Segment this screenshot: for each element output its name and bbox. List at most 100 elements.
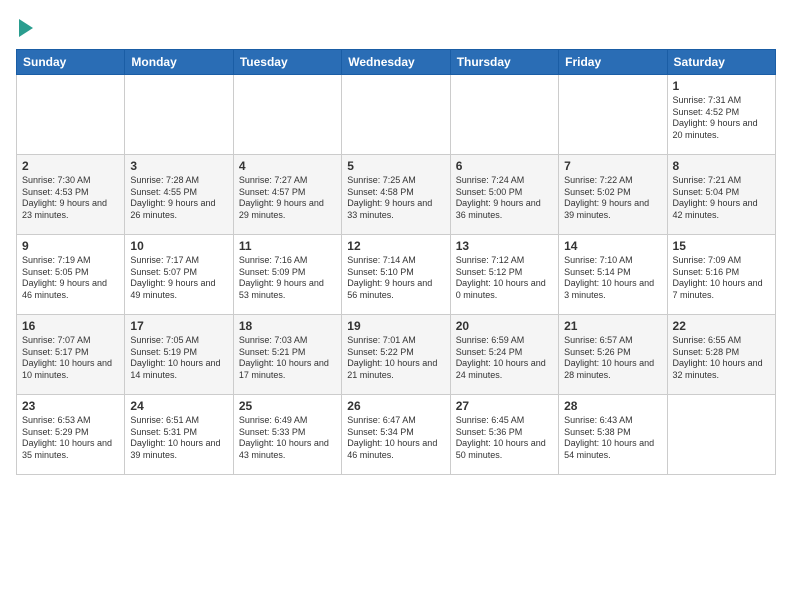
calendar-week-row: 2 Sunrise: 7:30 AM Sunset: 4:53 PM Daylig…	[17, 155, 776, 235]
day-number: 14	[564, 239, 661, 253]
day-number: 12	[347, 239, 444, 253]
calendar-cell: 25 Sunrise: 6:49 AM Sunset: 5:33 PM Dayli…	[233, 395, 341, 475]
day-info: Sunrise: 7:21 AM Sunset: 5:04 PM Dayligh…	[673, 175, 770, 222]
calendar-cell: 17Sunrise: 7:05 AM Sunset: 5:19 PM Dayli…	[125, 315, 233, 395]
day-number: 23	[22, 399, 119, 413]
calendar-cell	[559, 75, 667, 155]
day-header-monday: Monday	[125, 50, 233, 75]
day-info: Sunrise: 7:01 AM Sunset: 5:22 PM Dayligh…	[347, 335, 444, 382]
day-header-thursday: Thursday	[450, 50, 558, 75]
day-number: 7	[564, 159, 661, 173]
calendar-cell: 12 Sunrise: 7:14 AM Sunset: 5:10 PM Dayli…	[342, 235, 450, 315]
day-header-sunday: Sunday	[17, 50, 125, 75]
day-number: 1	[673, 79, 770, 93]
day-number: 20	[456, 319, 553, 333]
day-info: Sunrise: 7:24 AM Sunset: 5:00 PM Dayligh…	[456, 175, 553, 222]
calendar-cell: 4 Sunrise: 7:27 AM Sunset: 4:57 PM Daylig…	[233, 155, 341, 235]
day-info: Sunrise: 7:17 AM Sunset: 5:07 PM Dayligh…	[130, 255, 227, 302]
calendar-cell: 1 Sunrise: 7:31 AM Sunset: 4:52 PM Daylig…	[667, 75, 775, 155]
day-info: Sunrise: 7:28 AM Sunset: 4:55 PM Dayligh…	[130, 175, 227, 222]
calendar-cell: 26 Sunrise: 6:47 AM Sunset: 5:34 PM Dayli…	[342, 395, 450, 475]
day-number: 3	[130, 159, 227, 173]
calendar-week-row: 1 Sunrise: 7:31 AM Sunset: 4:52 PM Daylig…	[17, 75, 776, 155]
day-info: Sunrise: 7:14 AM Sunset: 5:10 PM Dayligh…	[347, 255, 444, 302]
calendar-cell	[450, 75, 558, 155]
day-header-saturday: Saturday	[667, 50, 775, 75]
calendar-cell	[17, 75, 125, 155]
day-info: Sunrise: 6:51 AM Sunset: 5:31 PM Dayligh…	[130, 415, 227, 462]
day-info: Sunrise: 6:57 AM Sunset: 5:26 PM Dayligh…	[564, 335, 661, 382]
calendar-cell: 13 Sunrise: 7:12 AM Sunset: 5:12 PM Dayli…	[450, 235, 558, 315]
calendar-cell: 28 Sunrise: 6:43 AM Sunset: 5:38 PM Dayli…	[559, 395, 667, 475]
day-info: Sunrise: 7:19 AM Sunset: 5:05 PM Dayligh…	[22, 255, 119, 302]
day-number: 15	[673, 239, 770, 253]
day-number: 4	[239, 159, 336, 173]
calendar-week-row: 9 Sunrise: 7:19 AM Sunset: 5:05 PM Daylig…	[17, 235, 776, 315]
calendar-cell: 5 Sunrise: 7:25 AM Sunset: 4:58 PM Daylig…	[342, 155, 450, 235]
calendar-cell: 15 Sunrise: 7:09 AM Sunset: 5:16 PM Dayli…	[667, 235, 775, 315]
day-header-friday: Friday	[559, 50, 667, 75]
day-header-tuesday: Tuesday	[233, 50, 341, 75]
calendar-cell: 7Sunrise: 7:22 AM Sunset: 5:02 PM Daylig…	[559, 155, 667, 235]
day-number: 10	[130, 239, 227, 253]
calendar-cell: 10 Sunrise: 7:17 AM Sunset: 5:07 PM Dayli…	[125, 235, 233, 315]
calendar-table: SundayMondayTuesdayWednesdayThursdayFrid…	[16, 49, 776, 475]
day-info: Sunrise: 7:09 AM Sunset: 5:16 PM Dayligh…	[673, 255, 770, 302]
day-number: 8	[673, 159, 770, 173]
calendar-cell: 20 Sunrise: 6:59 AM Sunset: 5:24 PM Dayli…	[450, 315, 558, 395]
logo-line1	[16, 16, 33, 37]
day-info: Sunrise: 7:25 AM Sunset: 4:58 PM Dayligh…	[347, 175, 444, 222]
day-info: Sunrise: 6:47 AM Sunset: 5:34 PM Dayligh…	[347, 415, 444, 462]
day-info: Sunrise: 7:16 AM Sunset: 5:09 PM Dayligh…	[239, 255, 336, 302]
calendar-cell: 24 Sunrise: 6:51 AM Sunset: 5:31 PM Dayli…	[125, 395, 233, 475]
day-info: Sunrise: 7:07 AM Sunset: 5:17 PM Dayligh…	[22, 335, 119, 382]
day-info: Sunrise: 6:53 AM Sunset: 5:29 PM Dayligh…	[22, 415, 119, 462]
day-info: Sunrise: 7:10 AM Sunset: 5:14 PM Dayligh…	[564, 255, 661, 302]
calendar-cell: 22 Sunrise: 6:55 AM Sunset: 5:28 PM Dayli…	[667, 315, 775, 395]
calendar-cell: 6Sunrise: 7:24 AM Sunset: 5:00 PM Daylig…	[450, 155, 558, 235]
day-info: Sunrise: 7:03 AM Sunset: 5:21 PM Dayligh…	[239, 335, 336, 382]
day-info: Sunrise: 6:55 AM Sunset: 5:28 PM Dayligh…	[673, 335, 770, 382]
calendar-cell: 21 Sunrise: 6:57 AM Sunset: 5:26 PM Dayli…	[559, 315, 667, 395]
day-number: 17	[130, 319, 227, 333]
day-info: Sunrise: 7:12 AM Sunset: 5:12 PM Dayligh…	[456, 255, 553, 302]
day-info: Sunrise: 6:45 AM Sunset: 5:36 PM Dayligh…	[456, 415, 553, 462]
day-number: 2	[22, 159, 119, 173]
day-number: 11	[239, 239, 336, 253]
logo	[16, 16, 33, 37]
calendar-week-row: 16 Sunrise: 7:07 AM Sunset: 5:17 PM Dayli…	[17, 315, 776, 395]
day-number: 24	[130, 399, 227, 413]
day-number: 18	[239, 319, 336, 333]
calendar-cell: 2 Sunrise: 7:30 AM Sunset: 4:53 PM Daylig…	[17, 155, 125, 235]
day-number: 21	[564, 319, 661, 333]
day-info: Sunrise: 7:30 AM Sunset: 4:53 PM Dayligh…	[22, 175, 119, 222]
calendar-cell	[125, 75, 233, 155]
day-number: 25	[239, 399, 336, 413]
day-number: 28	[564, 399, 661, 413]
day-info: Sunrise: 7:31 AM Sunset: 4:52 PM Dayligh…	[673, 95, 770, 142]
calendar-cell	[342, 75, 450, 155]
calendar-cell: 14 Sunrise: 7:10 AM Sunset: 5:14 PM Dayli…	[559, 235, 667, 315]
calendar-cell	[233, 75, 341, 155]
calendar-cell: 27Sunrise: 6:45 AM Sunset: 5:36 PM Dayli…	[450, 395, 558, 475]
calendar-week-row: 23 Sunrise: 6:53 AM Sunset: 5:29 PM Dayli…	[17, 395, 776, 475]
day-number: 22	[673, 319, 770, 333]
page-header	[16, 16, 776, 37]
calendar-body: 1 Sunrise: 7:31 AM Sunset: 4:52 PM Daylig…	[17, 75, 776, 475]
day-number: 16	[22, 319, 119, 333]
day-info: Sunrise: 6:59 AM Sunset: 5:24 PM Dayligh…	[456, 335, 553, 382]
day-number: 19	[347, 319, 444, 333]
day-number: 5	[347, 159, 444, 173]
calendar-header-row: SundayMondayTuesdayWednesdayThursdayFrid…	[17, 50, 776, 75]
day-info: Sunrise: 7:27 AM Sunset: 4:57 PM Dayligh…	[239, 175, 336, 222]
calendar-cell: 16 Sunrise: 7:07 AM Sunset: 5:17 PM Dayli…	[17, 315, 125, 395]
day-info: Sunrise: 6:49 AM Sunset: 5:33 PM Dayligh…	[239, 415, 336, 462]
calendar-cell	[667, 395, 775, 475]
calendar-cell: 11 Sunrise: 7:16 AM Sunset: 5:09 PM Dayli…	[233, 235, 341, 315]
day-number: 13	[456, 239, 553, 253]
calendar-cell: 3 Sunrise: 7:28 AM Sunset: 4:55 PM Daylig…	[125, 155, 233, 235]
calendar-cell: 8 Sunrise: 7:21 AM Sunset: 5:04 PM Daylig…	[667, 155, 775, 235]
day-number: 26	[347, 399, 444, 413]
day-info: Sunrise: 6:43 AM Sunset: 5:38 PM Dayligh…	[564, 415, 661, 462]
day-number: 9	[22, 239, 119, 253]
